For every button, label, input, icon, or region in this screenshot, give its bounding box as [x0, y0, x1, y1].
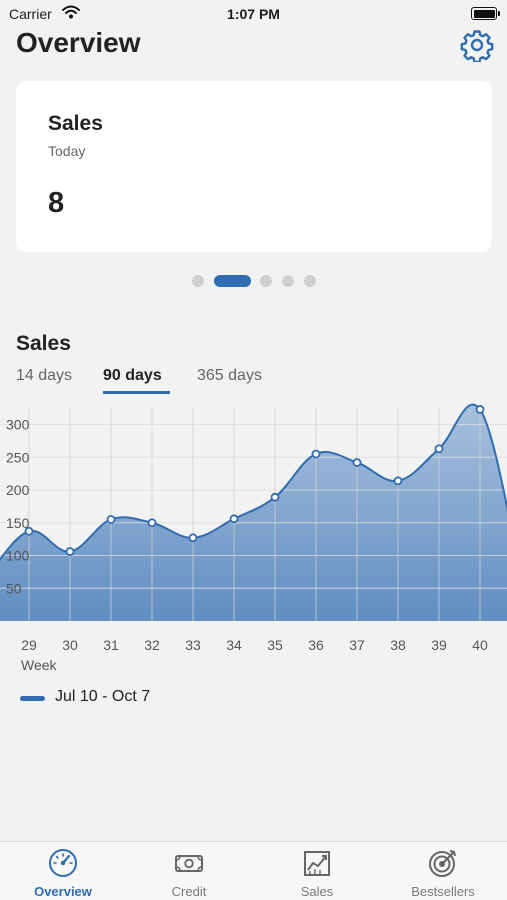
gear-icon[interactable]: [460, 28, 494, 62]
data-point-week-36: [311, 449, 321, 459]
x-tick-label: 31: [103, 637, 119, 653]
tab-14-days[interactable]: 14 days: [16, 367, 72, 385]
x-tick-label: 34: [226, 637, 242, 653]
card-title: Sales: [48, 112, 103, 135]
tab-bar: Overview Credit Sales Bestsellers: [0, 841, 507, 900]
y-tick-label: 250: [6, 449, 30, 465]
data-point-week-39: [434, 444, 444, 454]
active-tab-indicator: [103, 391, 170, 394]
data-point-week-40: [475, 405, 485, 414]
tab-label: Overview: [34, 884, 92, 899]
data-point-week-38: [393, 476, 403, 486]
y-tick-label: 300: [6, 417, 30, 433]
x-tick-label: 39: [431, 637, 447, 653]
status-bar: Carrier 1:07 PM: [0, 0, 507, 28]
section-title: Sales: [16, 332, 71, 355]
x-axis-label: Week: [21, 657, 58, 673]
y-tick-label: 200: [6, 482, 30, 498]
y-tick-label: 150: [6, 515, 30, 531]
sales-chart-icon: [304, 851, 330, 876]
tab-credit[interactable]: Credit: [126, 842, 252, 900]
data-point-week-37: [352, 458, 362, 467]
tab-90-days[interactable]: 90 days: [103, 367, 162, 385]
tab-365-days[interactable]: 365 days: [197, 367, 262, 385]
sales-summary-card[interactable]: Sales Today 8: [16, 81, 492, 252]
data-point-week-31: [106, 515, 116, 524]
tab-label: Bestsellers: [411, 884, 475, 899]
battery-icon: [471, 7, 500, 20]
card-value: 8: [48, 187, 65, 219]
data-point-week-35: [270, 492, 280, 502]
pager-dot[interactable]: [260, 275, 272, 287]
data-point-week-34: [229, 514, 239, 524]
data-point-week-33: [188, 533, 198, 543]
target-icon: [429, 850, 456, 877]
data-point-week-32: [147, 518, 157, 528]
tab-sales[interactable]: Sales: [254, 842, 380, 900]
speedometer-icon: [49, 849, 77, 877]
x-tick-label: 36: [308, 637, 324, 653]
pager-dot[interactable]: [282, 275, 294, 287]
x-tick-label: 32: [144, 637, 160, 653]
x-tick-label: 33: [185, 637, 201, 653]
tab-overview[interactable]: Overview: [0, 842, 126, 900]
tab-label: Credit: [171, 884, 207, 899]
tab-bestsellers[interactable]: Bestsellers: [380, 842, 506, 900]
page-title: Overview: [16, 27, 141, 58]
y-tick-label: 50: [6, 580, 22, 596]
sales-chart[interactable]: 50 100 150 200 250 300 29 30 31 32 33 34 35 36 37 38 39 4…: [0, 400, 507, 675]
x-tick-label: 35: [267, 637, 283, 653]
pager-dot-active[interactable]: [214, 275, 251, 287]
status-time: 1:07 PM: [227, 6, 280, 22]
x-tick-label: 30: [62, 637, 78, 653]
card-subtitle: Today: [48, 143, 86, 159]
pager-dot[interactable]: [192, 275, 204, 287]
data-point-week-30: [65, 547, 75, 556]
x-tick-label: 40: [472, 637, 488, 653]
legend-label: Jul 10 - Oct 7: [55, 688, 151, 705]
x-tick-label: 38: [390, 637, 406, 653]
x-tick-label: 37: [349, 637, 365, 653]
legend-swatch: [20, 696, 45, 701]
y-tick-label: 100: [6, 548, 30, 564]
cash-icon: [175, 855, 203, 872]
page-indicator[interactable]: [0, 275, 507, 287]
x-tick-label: 29: [21, 637, 37, 653]
tab-label: Sales: [300, 884, 334, 899]
pager-dot[interactable]: [304, 275, 316, 287]
